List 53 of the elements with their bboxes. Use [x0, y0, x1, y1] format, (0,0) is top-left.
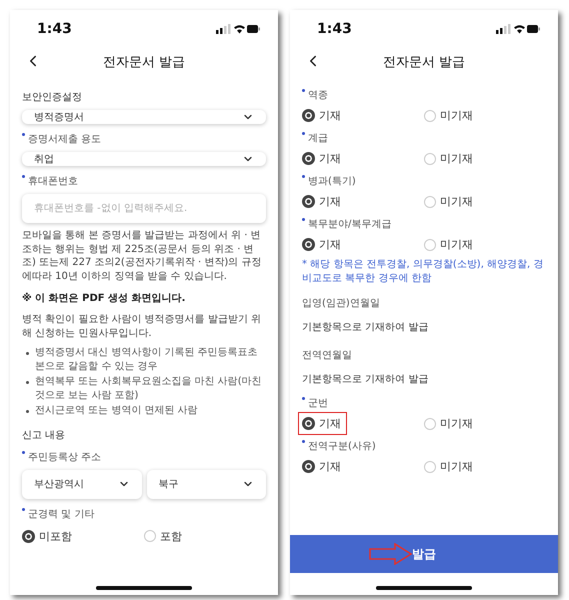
section-heading: 신고 내용	[22, 428, 66, 442]
field-label: 증명서제출 용도	[28, 133, 102, 146]
dropdown-select[interactable]: 병적증명서	[22, 110, 266, 124]
field-label: 휴대폰번호	[28, 175, 78, 188]
screen-title: 전자문서 발급	[102, 54, 186, 71]
field-label: 병과(특기)	[308, 175, 356, 188]
radio-option[interactable]: 미기재	[423, 106, 476, 125]
status-time: 1:43	[317, 21, 352, 37]
phone-input-field[interactable]: 휴대폰번호를 -없이 입력해주세요.	[22, 194, 266, 223]
radio-option[interactable]: 미기재	[423, 414, 476, 433]
field-label: 입영(임관)연월일	[302, 297, 381, 310]
field-label: 전역구분(사유)	[308, 440, 376, 453]
field-label: 역종	[308, 89, 328, 102]
field-value: 기본항목으로 기재하여 발급	[302, 373, 430, 386]
radio-option[interactable]: 기재	[301, 106, 344, 125]
field-label: 복무분야/복무계급	[308, 218, 392, 231]
bullet-item: 병적증명서 대신 병역사항이 기록된 주민등록표초본으로 갈음할 수 있는 경우	[35, 346, 259, 373]
arrow-annotation-icon	[369, 543, 413, 565]
dropdown-select[interactable]: 북구	[146, 470, 266, 498]
status-icons	[496, 23, 540, 35]
issue-button[interactable]: 발급	[290, 535, 558, 573]
section-heading: 보안인증설정	[22, 91, 83, 104]
radio-option[interactable]: 미기재	[423, 192, 476, 211]
description-paragraph: 병적 확인이 필요한 사람이 병적증명서를 발급받기 위해 신청하는 민원사무입니다.	[22, 313, 262, 340]
radio-option[interactable]: 기재	[301, 414, 344, 433]
bullet-dot-icon	[26, 352, 29, 355]
radio-option[interactable]: 포함	[143, 526, 185, 546]
field-label: 계급	[308, 132, 328, 145]
bullet-dot-icon	[26, 381, 29, 384]
info-note: * 해당 항목은 전투경찰, 의무경찰(소방), 해양경찰, 경비교도로 복무한 경우에 한함	[302, 258, 544, 286]
dropdown-select[interactable]: 부산광역시	[22, 470, 142, 498]
bullet-item: 전시근로역 또는 병역이 면제된 사람	[35, 404, 198, 418]
radio-option[interactable]: 미기재	[423, 457, 476, 476]
radio-option[interactable]: 기재	[301, 192, 344, 211]
field-label: 군경력 및 기타	[28, 508, 94, 520]
screen-title: 전자문서 발급	[382, 54, 466, 71]
field-label: 주민등록상 주소	[28, 450, 102, 464]
bullet-item: 현역복무 또는 사회복무요원소집을 마친 사람(마친 것으로 보는 사람 포함)	[35, 375, 263, 402]
radio-option[interactable]: 미기재	[423, 235, 476, 254]
radio-option[interactable]: 기재	[301, 457, 344, 476]
bullet-dot-icon	[26, 410, 29, 413]
field-label: 전역연월일	[302, 349, 353, 362]
radio-option[interactable]: 미기재	[423, 149, 476, 168]
description-paragraph: 모바일을 통해 본 증명서를 발급받는 과정에서 위 · 변조하는 행위는 형법 제 225조(공문서 등의 위조 · 변조) 또는제 227 조의2(공전자기록위작 · 변작)의 규정에따라 10년 이하의 징역을 받을 수 있습니다.	[22, 229, 262, 283]
status-time: 1:43	[37, 21, 72, 37]
field-value: 기본항목으로 기재하여 발급	[302, 321, 430, 334]
radio-option[interactable]: 기재	[301, 235, 344, 254]
radio-option[interactable]: 미포함	[21, 526, 75, 546]
status-icons	[216, 23, 260, 35]
dropdown-select[interactable]: 취업	[22, 152, 266, 166]
field-label: 군번	[308, 397, 328, 410]
radio-option[interactable]: 기재	[301, 149, 344, 168]
notice-text: ※ 이 화면은 PDF 생성 화면입니다.	[22, 292, 186, 305]
